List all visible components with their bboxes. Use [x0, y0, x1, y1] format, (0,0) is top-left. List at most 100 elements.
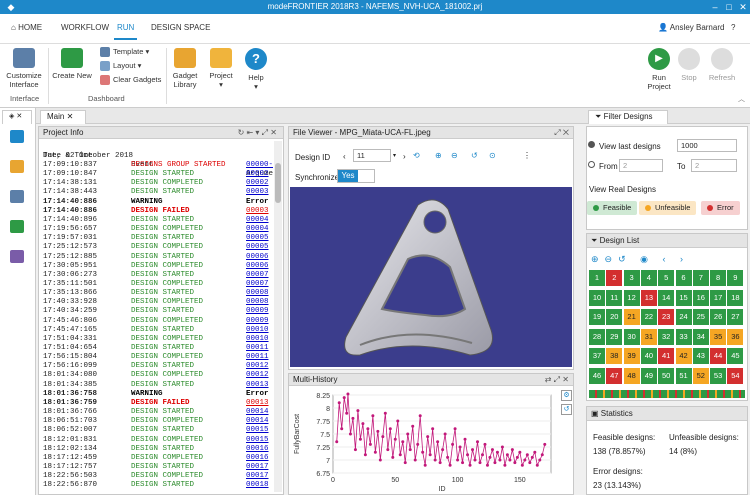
feasible-filter-button[interactable]: Feasible — [587, 201, 638, 215]
clear-gadgets-button[interactable]: Clear Gadgets — [100, 74, 161, 86]
log-argument-link[interactable]: 00003 — [246, 207, 269, 216]
chart-settings-icon[interactable]: ⚙ — [561, 390, 572, 401]
design-cell[interactable]: 7 — [692, 270, 709, 286]
panel-controls[interactable]: ↻ ⇤ ▾ ⤢ ✕ — [238, 127, 277, 139]
design-cell[interactable]: 22 — [640, 309, 657, 325]
log-argument-link[interactable]: 00016 — [246, 454, 269, 463]
history-icon[interactable] — [10, 130, 24, 143]
log-argument-link[interactable]: 00008 — [246, 298, 269, 307]
design-cell[interactable]: 54 — [727, 367, 744, 384]
collapse-ribbon-icon[interactable]: ︿ — [738, 94, 745, 104]
design-cell[interactable]: 41 — [658, 348, 675, 364]
design-cell[interactable]: 28 — [589, 328, 605, 345]
unfeasible-filter-button[interactable]: Unfeasible — [639, 201, 697, 215]
error-filter-button[interactable]: Error — [701, 201, 740, 215]
panel-controls[interactable]: ⤢ ✕ — [554, 127, 569, 139]
run-project-button[interactable]: ▶ Run Project — [644, 48, 674, 91]
design-cell[interactable]: 15 — [675, 289, 692, 306]
log-argument-link[interactable]: 00015 — [246, 426, 269, 435]
log-argument-link[interactable]: 00009 — [246, 317, 269, 326]
minimize-icon[interactable]: – — [708, 0, 722, 14]
design-cell[interactable]: 37 — [589, 348, 605, 364]
tab-main[interactable]: Main ✕ — [40, 110, 86, 124]
edit-icon[interactable] — [10, 250, 24, 263]
table-icon[interactable] — [10, 190, 24, 203]
log-argument-link[interactable]: 00014 — [246, 417, 269, 426]
design-cell[interactable]: 27 — [727, 309, 744, 325]
prev-design-icon[interactable]: ‹ — [343, 152, 346, 161]
design-cell[interactable]: 9 — [727, 270, 744, 286]
design-cell[interactable]: 52 — [692, 367, 709, 384]
sync-icon[interactable]: ⟲ — [413, 151, 420, 160]
log-argument-link[interactable]: 00006 — [246, 262, 269, 271]
design-cell[interactable]: 47 — [606, 367, 623, 384]
design-cell[interactable]: 49 — [640, 367, 657, 384]
scrollbar-thumb[interactable] — [275, 163, 281, 203]
chart-reset-icon[interactable]: ↺ — [561, 404, 572, 415]
tab-home[interactable]: ⌂ HOME — [8, 23, 45, 32]
from-input[interactable]: 2 — [619, 159, 663, 172]
design-cell[interactable]: 39 — [623, 348, 640, 364]
from-radio[interactable] — [588, 161, 595, 168]
chart-icon[interactable] — [10, 220, 24, 233]
help-button[interactable]: ? Help ▾ — [242, 48, 270, 91]
design-list-toolbar[interactable]: ⊕⊖↺ ◉ ‹ › — [591, 254, 689, 265]
tab-design-space[interactable]: DESIGN SPACE — [148, 23, 213, 32]
design-cell[interactable]: 24 — [675, 309, 692, 325]
design-cell[interactable]: 33 — [675, 328, 692, 345]
template-button[interactable]: Template ▾ — [100, 46, 149, 58]
log-argument-link[interactable]: 00004 — [246, 216, 269, 225]
design-cell[interactable]: 29 — [606, 328, 623, 345]
history-chart[interactable]: 8.25 8 7.75 7.5 7.25 7 6.750 50 100 150 FullyBarCo… — [289, 387, 559, 495]
design-id-input[interactable]: 11 — [353, 149, 391, 162]
design-cell[interactable]: 1 — [589, 270, 605, 286]
design-cell[interactable]: 25 — [692, 309, 709, 325]
design-cell[interactable]: 46 — [589, 367, 605, 384]
log-argument-link[interactable]: 00018 — [246, 481, 269, 490]
reset-icon[interactable]: ↺ — [471, 151, 478, 160]
image-viewport[interactable] — [290, 187, 572, 367]
synchronize-toggle[interactable]: Yes — [337, 169, 375, 183]
design-cell[interactable]: 18 — [727, 289, 744, 306]
design-cell[interactable]: 2 — [606, 270, 623, 286]
design-cell[interactable]: 3 — [623, 270, 640, 286]
design-cell[interactable]: 36 — [727, 328, 744, 345]
log-argument-link[interactable]: 00007 — [246, 280, 269, 289]
design-cell[interactable]: 34 — [692, 328, 709, 345]
log-argument-link[interactable]: 00013 — [246, 381, 269, 390]
view-last-radio[interactable] — [588, 141, 595, 148]
log-argument-link[interactable]: 00011 — [246, 344, 269, 353]
design-cell[interactable]: 38 — [606, 348, 623, 364]
design-cell[interactable]: 19 — [589, 309, 605, 325]
design-cell[interactable]: 11 — [606, 289, 623, 306]
log-argument-link[interactable]: 00013 — [246, 399, 269, 408]
log-argument-link[interactable]: 00012 — [246, 371, 269, 380]
stop-button[interactable]: Stop — [676, 48, 702, 82]
more-icon[interactable]: ⋮ — [523, 151, 531, 160]
fit-icon[interactable]: ⊙ — [489, 151, 496, 160]
close-icon[interactable]: ✕ — [736, 0, 750, 14]
close-tab-icon[interactable]: ✕ — [67, 112, 74, 121]
design-cell[interactable]: 5 — [658, 270, 675, 286]
design-cell[interactable]: 12 — [623, 289, 640, 306]
log-argument-link[interactable]: 00006 — [246, 253, 269, 262]
design-cell[interactable]: 23 — [658, 309, 675, 325]
design-cell[interactable]: 10 — [589, 289, 605, 306]
tab-filter-designs[interactable]: ⏷ Filter Designs — [588, 110, 668, 124]
log-argument-link[interactable]: 00017 — [246, 463, 269, 472]
log-argument-link[interactable]: 00010 — [246, 326, 269, 335]
log-scrollbar[interactable] — [274, 141, 282, 492]
design-cell[interactable]: 43 — [692, 348, 709, 364]
log-argument-link[interactable]: 00012 — [246, 362, 269, 371]
log-argument-link[interactable]: 00008 — [246, 289, 269, 298]
log-argument-link[interactable]: 00005 — [246, 234, 269, 243]
log-argument-link[interactable]: 00010 — [246, 335, 269, 344]
design-cell[interactable]: 8 — [710, 270, 727, 286]
maximize-icon[interactable]: □ — [722, 0, 736, 14]
design-cell[interactable]: 44 — [710, 348, 727, 364]
tab-run[interactable]: RUN — [114, 23, 138, 40]
refresh-button[interactable]: Refresh — [706, 48, 738, 82]
design-cell[interactable]: 42 — [675, 348, 692, 364]
layout-button[interactable]: Layout ▾ — [100, 60, 141, 72]
design-cell[interactable]: 40 — [640, 348, 657, 364]
